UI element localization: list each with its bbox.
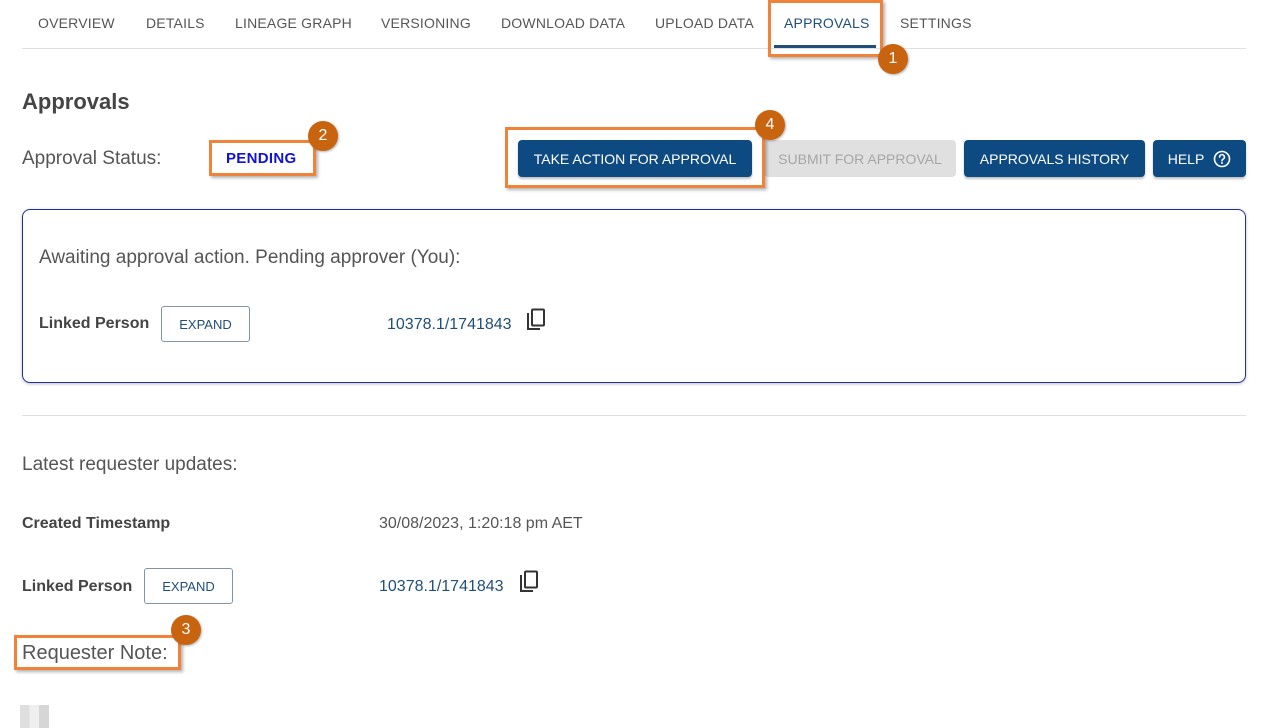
active-tab-indicator (774, 45, 876, 48)
expand-button[interactable]: EXPAND (161, 306, 250, 342)
redacted-note-thumbnail (20, 705, 49, 728)
approval-status-label: Approval Status: (22, 148, 162, 169)
tab-lineage-graph[interactable]: LINEAGE GRAPH (235, 15, 352, 31)
requester-updates-heading: Latest requester updates: (22, 454, 238, 475)
requester-expand-button[interactable]: EXPAND (144, 568, 233, 604)
submit-for-approval-button: SUBMIT FOR APPROVAL (764, 140, 956, 177)
help-icon (1213, 150, 1231, 167)
created-timestamp-label: Created Timestamp (22, 515, 171, 532)
pending-approver-heading: Awaiting approval action. Pending approv… (39, 247, 461, 268)
annotation-badge-3: 3 (171, 615, 201, 645)
created-timestamp-value: 30/08/2023, 1:20:18 pm AET (379, 515, 583, 532)
linked-person-id-link[interactable]: 10378.1/1741843 (387, 316, 512, 334)
annotation-badge-2: 2 (308, 121, 338, 151)
approval-status-badge: PENDING (226, 150, 297, 167)
tab-upload-data[interactable]: UPLOAD DATA (655, 15, 754, 31)
copy-icon[interactable] (525, 308, 547, 332)
requester-linked-person-label: Linked Person (22, 578, 133, 595)
annotation-badge-1: 1 (878, 44, 908, 74)
tab-approvals[interactable]: APPROVALS (784, 15, 870, 31)
tab-details[interactable]: DETAILS (146, 15, 205, 31)
linked-person-label: Linked Person (39, 315, 150, 332)
help-button[interactable]: HELP (1153, 140, 1246, 177)
tab-bar: OVERVIEW DETAILS LINEAGE GRAPH VERSIONIN… (22, 0, 1246, 49)
annotation-badge-4: 4 (755, 110, 785, 140)
page-title: Approvals (22, 89, 130, 114)
tab-versioning[interactable]: VERSIONING (381, 15, 471, 31)
pending-approver-card (22, 209, 1246, 383)
section-divider (22, 415, 1246, 416)
requester-note-label: Requester Note: (22, 642, 168, 664)
tab-overview[interactable]: OVERVIEW (38, 15, 115, 31)
tab-settings[interactable]: SETTINGS (900, 15, 972, 31)
approvals-history-button[interactable]: APPROVALS HISTORY (964, 140, 1145, 177)
requester-linked-person-id-link[interactable]: 10378.1/1741843 (379, 578, 504, 596)
tab-download-data[interactable]: DOWNLOAD DATA (501, 15, 625, 31)
requester-copy-icon[interactable] (518, 570, 540, 594)
take-action-button[interactable]: TAKE ACTION FOR APPROVAL (518, 140, 752, 177)
help-label: HELP (1167, 150, 1205, 167)
